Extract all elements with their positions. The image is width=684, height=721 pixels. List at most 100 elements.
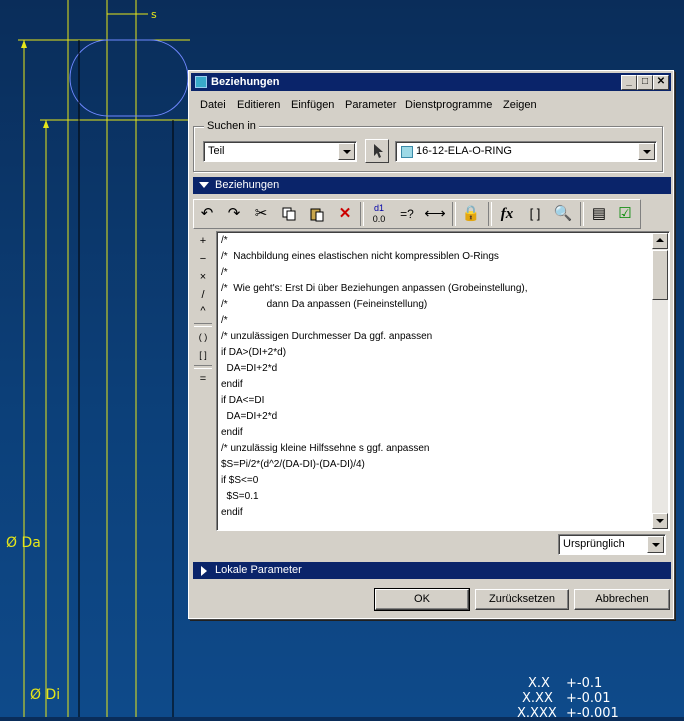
model-select-value: 16-12-ELA-O-RING (416, 145, 512, 157)
operator-parens-button[interactable]: ( ) (193, 329, 213, 345)
scroll-down-button[interactable] (652, 513, 668, 529)
cancel-button[interactable]: Abbrechen (574, 589, 670, 610)
scroll-up-button[interactable] (652, 233, 668, 249)
close-button[interactable]: ✕ (653, 75, 669, 90)
code-line: /* Nachbildung eines elastischen nicht k… (221, 251, 499, 262)
code-line: endif (221, 379, 243, 390)
menu-parameter[interactable]: Parameter (345, 99, 396, 111)
code-line: if DA<=DI (221, 395, 265, 406)
menu-editieren[interactable]: Editieren (237, 99, 280, 111)
code-line: if $S<=0 (221, 475, 259, 486)
relations-toolbar: ↶ ↷ ✂ ✕ d1 0.0 =? ⟷ 🔒 fx [ ] 🔍 ▤ ☑ (193, 199, 641, 229)
code-line: /* Wie geht's: Erst Di über Beziehungen … (221, 283, 528, 294)
operator-divide-button[interactable]: / (193, 287, 213, 303)
code-line: $S=0.1 (221, 491, 259, 502)
code-line: /* unzulässigen Durchmesser Da ggf. anpa… (221, 331, 433, 342)
verify-icon[interactable]: 🔍 (552, 203, 574, 225)
relations-dialog: Beziehungen _ □ ✕ Datei Editieren Einfüg… (188, 70, 674, 619)
tol-value-2: +-0.01 (566, 691, 611, 706)
code-line: /* unzulässig kleine Hilfssehne s ggf. a… (221, 443, 430, 454)
menu-einfuegen[interactable]: Einfügen (291, 99, 334, 111)
scroll-thumb[interactable] (652, 250, 668, 300)
operator-multiply-button[interactable]: × (193, 269, 213, 285)
undo-icon[interactable]: ↶ (196, 203, 218, 225)
code-line: /* (221, 315, 228, 326)
dim-da-label: Ø Da (6, 535, 41, 551)
evaluate-icon[interactable]: =? (396, 203, 418, 225)
expand-arrow-icon (201, 566, 207, 576)
menu-dienstprogramme[interactable]: Dienstprogramme (405, 99, 492, 111)
toolbar-separator (360, 202, 364, 226)
menu-bar: Datei Editieren Einfügen Parameter Diens… (193, 97, 669, 115)
code-line: /* dann Da anpassen (Feineinstellung) (221, 299, 428, 310)
code-line: /* (221, 267, 228, 278)
show-values-icon[interactable]: ▤ (588, 203, 610, 225)
display-mode-select[interactable]: Ursprünglich (558, 534, 666, 555)
insert-dimension-icon[interactable]: ⟷ (424, 203, 446, 225)
operator-palette: + − × / ^ ( ) [ ] = (193, 231, 213, 391)
relations-section-title: Beziehungen (215, 179, 280, 191)
redo-icon[interactable]: ↷ (223, 203, 245, 225)
reset-button[interactable]: Zurücksetzen (475, 589, 569, 610)
toolbar-separator (452, 202, 456, 226)
delete-icon[interactable]: ✕ (334, 203, 356, 225)
menu-datei[interactable]: Datei (200, 99, 226, 111)
part-icon (401, 146, 413, 158)
operator-plus-button[interactable]: + (193, 233, 213, 249)
display-mode-value: Ursprünglich (563, 538, 625, 550)
app-icon (195, 76, 207, 88)
search-group-label: Suchen in (204, 120, 259, 132)
copy-icon[interactable] (278, 203, 300, 225)
dim-di-label: Ø Di (30, 687, 61, 703)
palette-separator (194, 365, 212, 369)
function-icon[interactable]: fx (496, 203, 518, 225)
scope-select-value: Teil (208, 145, 225, 157)
operator-brackets-button[interactable]: [ ] (193, 347, 213, 363)
code-line: DA=DI+2*d (221, 363, 278, 374)
window-title: Beziehungen (211, 76, 280, 88)
palette-separator (194, 323, 212, 327)
maximize-button[interactable]: □ (637, 75, 653, 90)
local-parameters-icon[interactable]: 🔒 (460, 203, 482, 225)
check-icon[interactable]: ☑ (614, 203, 636, 225)
search-group: Suchen in Teil 16-12-ELA-O-RING (193, 120, 663, 172)
scope-select[interactable]: Teil (203, 141, 357, 162)
editor-scrollbar[interactable] (652, 233, 668, 529)
title-bar[interactable]: Beziehungen _ □ ✕ (191, 73, 671, 91)
dim-s-label: s (151, 8, 157, 21)
select-model-button[interactable] (365, 139, 389, 163)
paste-icon[interactable] (306, 203, 328, 225)
local-params-section-title: Lokale Parameter (215, 564, 302, 576)
minimize-button[interactable]: _ (621, 75, 637, 90)
chevron-down-icon[interactable] (638, 143, 655, 160)
tol-format-2: X.XX (522, 691, 553, 706)
code-line: endif (221, 507, 243, 518)
ok-button[interactable]: OK (374, 588, 470, 611)
sort-relations-icon[interactable]: d1 0.0 (368, 203, 390, 225)
toolbar-separator (488, 202, 492, 226)
code-line: /* (221, 235, 228, 246)
code-line: DA=DI+2*d (221, 411, 278, 422)
code-line: if DA>(DI+2*d) (221, 347, 287, 358)
parentheses-icon[interactable]: [ ] (524, 203, 546, 225)
tol-value-1: +-0.1 (566, 676, 603, 691)
tol-format-1: X.X (528, 676, 550, 691)
model-select[interactable]: 16-12-ELA-O-RING (395, 141, 657, 162)
pointer-icon (374, 144, 383, 158)
chevron-down-icon[interactable] (338, 143, 355, 160)
chevron-down-icon[interactable] (647, 536, 664, 553)
collapse-arrow-icon (199, 182, 209, 188)
toolbar-separator (580, 202, 584, 226)
menu-zeigen[interactable]: Zeigen (503, 99, 537, 111)
relations-section-header[interactable]: Beziehungen (193, 177, 671, 194)
operator-minus-button[interactable]: − (193, 251, 213, 267)
operator-power-button[interactable]: ^ (193, 303, 213, 319)
relations-editor[interactable]: /* /* Nachbildung eines elastischen nicht… (216, 231, 670, 531)
local-params-section-header[interactable]: Lokale Parameter (193, 562, 671, 579)
tol-value-3: +-0.001 (566, 706, 619, 721)
cut-icon[interactable]: ✂ (250, 203, 272, 225)
code-line: $S=Pi/2*(d^2/(DA-DI)-(DA-DI)/4) (221, 459, 365, 470)
code-line: endif (221, 427, 243, 438)
operator-equals-button[interactable]: = (193, 371, 213, 387)
tol-format-3: X.XXX (517, 706, 557, 721)
